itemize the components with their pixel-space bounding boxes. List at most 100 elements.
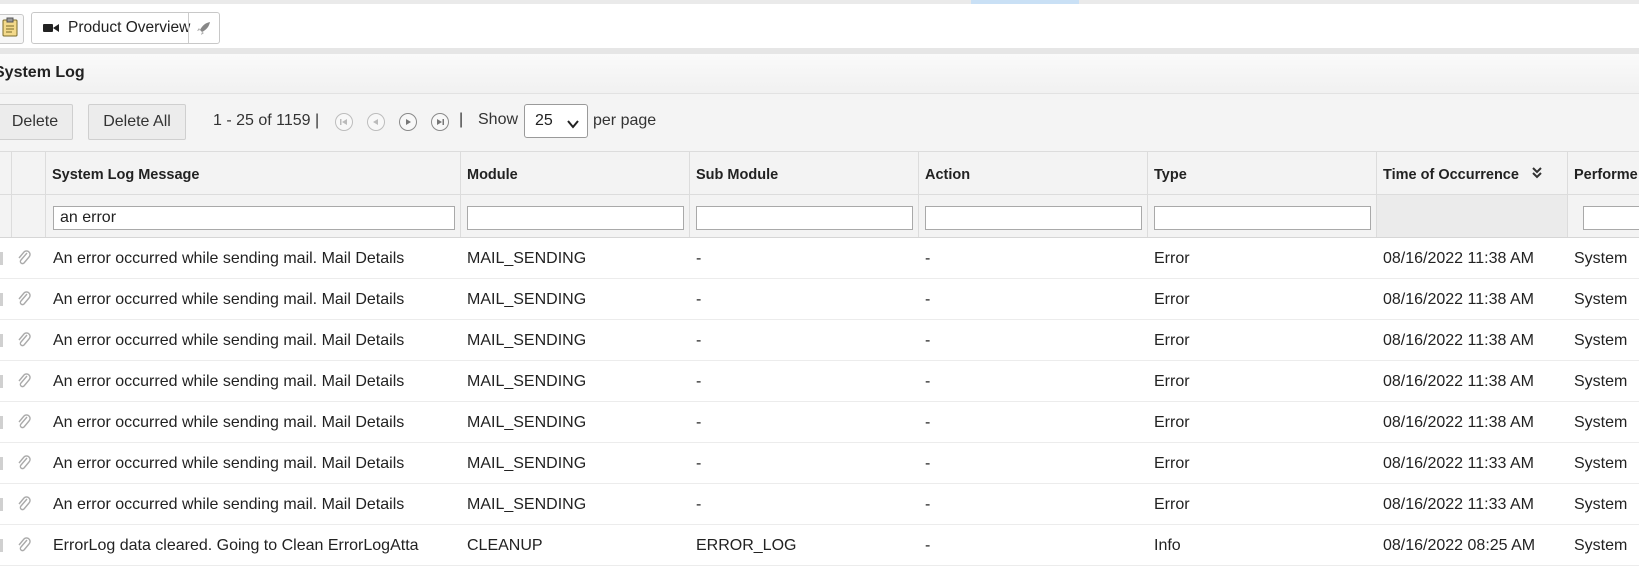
- filter-cell-type: [1148, 195, 1377, 237]
- row-checkbox[interactable]: [0, 375, 3, 388]
- performed-by-filter-input[interactable]: [1583, 206, 1639, 230]
- row-message: An error occurred while sending mail. Ma…: [53, 332, 405, 349]
- row-performed-by: System: [1574, 455, 1628, 472]
- column-header-module[interactable]: Module: [461, 152, 690, 195]
- page-title: System Log: [0, 64, 85, 81]
- paperclip-icon[interactable]: [17, 414, 31, 435]
- row-message: An error occurred while sending mail. Ma…: [53, 250, 405, 267]
- row-submodule: -: [696, 414, 702, 431]
- column-header-submodule[interactable]: Sub Module: [690, 152, 919, 195]
- row-type: Info: [1154, 537, 1181, 554]
- paperclip-icon[interactable]: [17, 291, 31, 312]
- row-performed-by: System: [1574, 537, 1628, 554]
- column-header-performed-by[interactable]: Performe: [1568, 152, 1639, 195]
- column-header-type[interactable]: Type: [1148, 152, 1377, 195]
- row-performed-by: System: [1574, 373, 1628, 390]
- row-action: -: [925, 537, 931, 554]
- sort-descending-icon[interactable]: [1532, 165, 1542, 183]
- paperclip-icon[interactable]: [17, 250, 31, 271]
- paperclip-icon[interactable]: [17, 496, 31, 517]
- filter-cell-performed-by: [1568, 195, 1639, 237]
- table-row[interactable]: An error occurred while sending mail. Ma…: [0, 320, 1639, 361]
- row-message: An error occurred while sending mail. Ma…: [53, 414, 405, 431]
- row-type: Error: [1154, 291, 1190, 308]
- table-row[interactable]: ErrorLog data cleared. Going to Clean Er…: [0, 525, 1639, 566]
- row-checkbox[interactable]: [0, 293, 3, 306]
- divider: [188, 13, 189, 43]
- module-filter-input[interactable]: [467, 206, 684, 230]
- row-type: Error: [1154, 496, 1190, 513]
- filter-spacer: [12, 195, 46, 237]
- last-page-icon[interactable]: [431, 113, 449, 131]
- row-performed-by: System: [1574, 250, 1628, 267]
- row-performed-by: System: [1574, 496, 1628, 513]
- column-header-action[interactable]: Action: [919, 152, 1148, 195]
- row-checkbox[interactable]: [0, 498, 3, 511]
- row-checkbox[interactable]: [0, 334, 3, 347]
- first-page-icon[interactable]: [335, 113, 353, 131]
- table-row[interactable]: An error occurred while sending mail. Ma…: [0, 361, 1639, 402]
- row-submodule: ERROR_LOG: [696, 537, 797, 554]
- table-header: System Log Message Module Sub Module Act…: [0, 151, 1639, 195]
- row-time: 08/16/2022 08:25 AM: [1383, 537, 1536, 554]
- row-submodule: -: [696, 250, 702, 267]
- row-type: Error: [1154, 414, 1190, 431]
- row-time: 08/16/2022 11:33 AM: [1383, 455, 1534, 472]
- row-submodule: -: [696, 373, 702, 390]
- clipboard-icon: [2, 17, 18, 42]
- time-header-label: Time of Occurrence: [1383, 167, 1519, 183]
- product-overview-button[interactable]: Product Overview: [31, 12, 220, 44]
- row-checkbox[interactable]: [0, 539, 3, 552]
- table-row[interactable]: An error occurred while sending mail. Ma…: [0, 484, 1639, 525]
- next-page-icon[interactable]: [399, 113, 417, 131]
- select-all-column[interactable]: [0, 152, 12, 195]
- row-action: -: [925, 455, 931, 472]
- row-module: MAIL_SENDING: [467, 250, 587, 267]
- paperclip-icon[interactable]: [17, 373, 31, 394]
- row-time: 08/16/2022 11:38 AM: [1383, 291, 1534, 308]
- row-submodule: -: [696, 291, 702, 308]
- action-bar: Delete Delete All 1 - 25 of 1159 | | Sho…: [0, 94, 1639, 151]
- notes-button[interactable]: [0, 14, 24, 44]
- row-performed-by: System: [1574, 291, 1628, 308]
- rocket-icon[interactable]: [192, 18, 216, 38]
- previous-page-icon[interactable]: [367, 113, 385, 131]
- column-header-message[interactable]: System Log Message: [46, 152, 461, 195]
- paperclip-icon[interactable]: [17, 537, 31, 558]
- row-checkbox[interactable]: [0, 252, 3, 265]
- type-filter-input[interactable]: [1154, 206, 1371, 230]
- row-module: MAIL_SENDING: [467, 332, 587, 349]
- delete-all-button[interactable]: Delete All: [88, 104, 186, 140]
- filter-row: an error: [0, 195, 1639, 238]
- table-row[interactable]: An error occurred while sending mail. Ma…: [0, 443, 1639, 484]
- table-row[interactable]: An error occurred while sending mail. Ma…: [0, 279, 1639, 320]
- row-time: 08/16/2022 11:38 AM: [1383, 414, 1534, 431]
- attachment-column: [12, 152, 46, 195]
- row-checkbox[interactable]: [0, 457, 3, 470]
- table-row[interactable]: An error occurred while sending mail. Ma…: [0, 402, 1639, 443]
- row-time: 08/16/2022 11:38 AM: [1383, 373, 1534, 390]
- panel-header: System Log: [0, 54, 1639, 94]
- row-type: Error: [1154, 455, 1190, 472]
- table-row[interactable]: An error occurred while sending mail. Ma…: [0, 238, 1639, 279]
- show-label: Show: [478, 111, 519, 128]
- row-action: -: [925, 250, 931, 267]
- row-message: An error occurred while sending mail. Ma…: [53, 291, 405, 308]
- delete-button[interactable]: Delete: [0, 104, 73, 140]
- column-header-time[interactable]: Time of Occurrence: [1377, 152, 1568, 195]
- pagination-range: 1 - 25 of 1159 |: [213, 112, 320, 129]
- paperclip-icon[interactable]: [17, 332, 31, 353]
- row-performed-by: System: [1574, 414, 1628, 431]
- filter-cell-action: [919, 195, 1148, 237]
- message-filter-input[interactable]: an error: [53, 206, 455, 230]
- row-performed-by: System: [1574, 332, 1628, 349]
- row-time: 08/16/2022 11:33 AM: [1383, 496, 1534, 513]
- row-action: -: [925, 496, 931, 513]
- paperclip-icon[interactable]: [17, 455, 31, 476]
- row-submodule: -: [696, 455, 702, 472]
- row-checkbox[interactable]: [0, 416, 3, 429]
- row-module: MAIL_SENDING: [467, 291, 587, 308]
- submodule-filter-input[interactable]: [696, 206, 913, 230]
- per-page-select[interactable]: 25: [524, 104, 588, 138]
- action-filter-input[interactable]: [925, 206, 1142, 230]
